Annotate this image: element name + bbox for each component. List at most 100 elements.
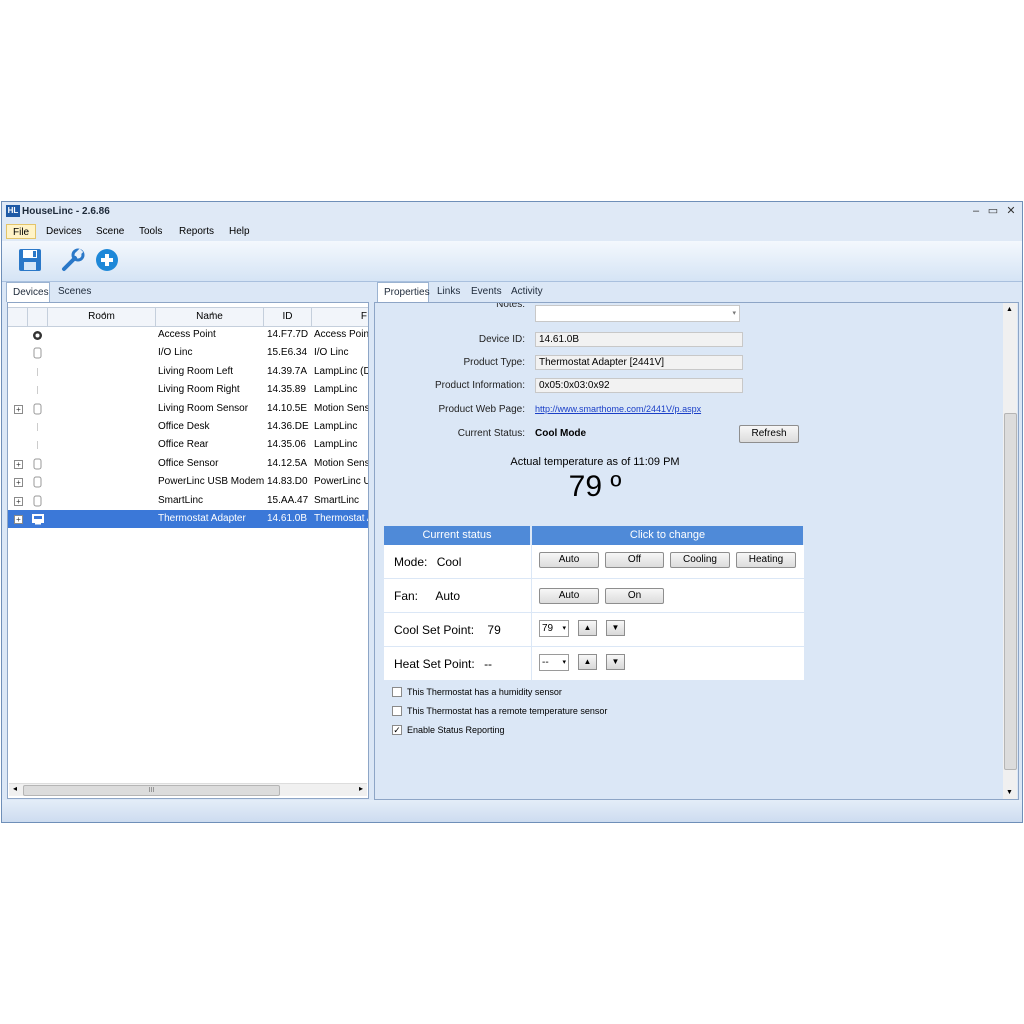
table-row[interactable]: Office Desk 14.36.DE LampLinc xyxy=(8,418,368,436)
table-row[interactable]: Access Point 14.F7.7D Access Point xyxy=(8,326,368,344)
lamp-icon xyxy=(32,384,43,396)
cell-id: 14.35.89 xyxy=(267,384,306,396)
header-expand[interactable] xyxy=(8,308,28,326)
cell-id: 14.35.06 xyxy=(267,439,306,451)
menu-tools[interactable]: Tools xyxy=(133,224,168,239)
product-type-field: Thermostat Adapter [2441V] xyxy=(535,355,743,370)
table-row[interactable]: + SmartLinc 15.AA.47 SmartLinc xyxy=(8,492,368,510)
tab-scenes[interactable]: Scenes xyxy=(52,282,96,302)
cell-id: 14.12.5A xyxy=(267,457,308,469)
mode-cooling-button[interactable]: Cooling xyxy=(670,552,730,568)
heat-setpoint-select[interactable]: -- ▾ xyxy=(539,654,569,671)
header-room[interactable]: ▲ Room xyxy=(48,308,156,326)
horizontal-scrollbar[interactable]: ◂ III ▸ xyxy=(9,783,367,796)
app-window: HL HouseLinc - 2.6.86 – ▭ ✕ File Devices… xyxy=(1,201,1023,823)
table-row[interactable]: + Office Sensor 14.12.5A Motion Senso xyxy=(8,455,368,473)
scroll-down-icon[interactable]: ▼ xyxy=(1006,789,1013,796)
toolbar xyxy=(2,241,1022,282)
window-title: HouseLinc - 2.6.86 xyxy=(22,206,110,217)
add-icon[interactable] xyxy=(94,247,120,273)
fan-on-button[interactable]: On xyxy=(605,588,664,604)
scroll-up-icon[interactable]: ▲ xyxy=(1006,306,1013,313)
table-row[interactable]: Living Room Right 14.35.89 LampLinc xyxy=(8,381,368,399)
cell-name: Office Desk xyxy=(158,421,210,432)
menu-file[interactable]: File xyxy=(6,224,37,239)
menu-devices[interactable]: Devices xyxy=(40,224,88,239)
tab-devices[interactable]: Devices xyxy=(6,282,50,302)
expand-icon[interactable]: + xyxy=(14,404,23,414)
heat-down-button[interactable]: ▼ xyxy=(606,654,625,670)
cell-id: 15.E6.34 xyxy=(267,347,308,359)
header-name[interactable]: ▲ Name xyxy=(156,308,264,326)
row-divider xyxy=(531,647,532,680)
wrench-icon[interactable] xyxy=(60,247,86,273)
expand-icon[interactable]: + xyxy=(14,515,23,524)
refresh-button[interactable]: Refresh xyxy=(739,425,799,443)
cell-type: SmartLinc xyxy=(314,494,360,506)
cell-type: LampLinc xyxy=(314,421,358,432)
io-linc-icon xyxy=(32,347,43,359)
title-bar: HL HouseLinc - 2.6.86 – ▭ ✕ xyxy=(2,202,1022,222)
header-id[interactable]: ID xyxy=(264,308,312,326)
product-web-link[interactable]: http://www.smarthome.com/2441V/p.aspx xyxy=(535,404,701,414)
expand-icon[interactable]: + xyxy=(14,459,23,469)
minimize-button[interactable]: – xyxy=(968,204,984,218)
chevron-down-icon: ▾ xyxy=(562,625,566,632)
table-row[interactable]: + Thermostat Adapter 14.61.0B Thermostat A xyxy=(8,510,368,528)
scroll-right-icon[interactable]: ▸ xyxy=(359,784,363,793)
cell-room xyxy=(52,326,156,344)
humidity-sensor-checkbox[interactable] xyxy=(392,687,402,697)
product-type-label: Product Type: xyxy=(463,357,525,368)
table-row[interactable]: Living Room Left 14.39.7A LampLinc (Du xyxy=(8,363,368,381)
menu-reports[interactable]: Reports xyxy=(173,224,220,239)
menu-help[interactable]: Help xyxy=(223,224,256,239)
scroll-thumb[interactable]: III xyxy=(23,785,280,796)
vertical-scrollbar[interactable]: ▲ ▼ xyxy=(1003,303,1017,799)
header-type[interactable]: F xyxy=(312,308,368,326)
close-button[interactable]: ✕ xyxy=(1003,204,1019,218)
expand-icon[interactable]: + xyxy=(14,496,23,506)
cell-name: SmartLinc xyxy=(158,494,204,506)
table-row[interactable]: + PowerLinc USB Modem (...14.83.D0 PowerLi… xyxy=(8,473,368,491)
tab-activity[interactable]: Activity xyxy=(505,282,551,302)
menu-scene[interactable]: Scene xyxy=(90,224,130,239)
cell-room xyxy=(52,436,156,454)
table-row[interactable]: + Living Room Sensor 14.10.5E Motion Senso xyxy=(8,400,368,418)
header-icon[interactable] xyxy=(28,308,48,326)
mode-auto-button[interactable]: Auto xyxy=(539,552,599,568)
table-row[interactable]: I/O Linc 15.E6.34 I/O Linc xyxy=(8,344,368,362)
cell-room xyxy=(52,344,156,362)
cell-type: Access Point xyxy=(314,329,369,340)
status-reporting-checkbox[interactable]: ✓ xyxy=(392,725,402,735)
heat-select-value: -- xyxy=(542,657,549,668)
cell-room xyxy=(52,473,156,491)
lamp-icon xyxy=(32,421,43,433)
cool-up-button[interactable]: ▲ xyxy=(578,620,597,636)
fan-auto-button[interactable]: Auto xyxy=(539,588,599,604)
cell-name: Office Rear xyxy=(158,439,209,451)
cool-select-value: 79 xyxy=(542,623,554,634)
properties-panel: Notes: ▾ Device ID: 14.61.0B Product Typ… xyxy=(374,302,1019,800)
cell-type: Motion Senso xyxy=(314,402,368,414)
tab-events[interactable]: Events xyxy=(465,282,505,302)
tab-links[interactable]: Links xyxy=(431,282,465,302)
remote-sensor-checkbox[interactable] xyxy=(392,706,402,716)
mode-off-button[interactable]: Off xyxy=(605,552,664,568)
heat-up-button[interactable]: ▲ xyxy=(578,654,597,670)
scroll-left-icon[interactable]: ◂ xyxy=(13,784,17,793)
maximize-button[interactable]: ▭ xyxy=(985,204,1001,218)
cell-room xyxy=(52,418,156,436)
cool-down-button[interactable]: ▼ xyxy=(606,620,625,636)
expand-icon[interactable]: + xyxy=(14,478,23,488)
tab-properties[interactable]: Properties xyxy=(377,282,430,302)
cell-id: 14.36.DE xyxy=(267,421,309,432)
cool-setpoint-select[interactable]: 79 ▾ xyxy=(539,620,569,637)
table-row[interactable]: Office Rear 14.35.06 LampLinc xyxy=(8,436,368,454)
mode-heating-button[interactable]: Heating xyxy=(736,552,796,568)
notes-field[interactable]: ▾ xyxy=(535,305,740,322)
cell-type: Thermostat A xyxy=(314,513,369,524)
vertical-scroll-thumb[interactable] xyxy=(1004,413,1017,770)
heat-setpoint-label: Heat Set Point: -- xyxy=(394,657,492,671)
actual-temp-value: 79 º xyxy=(568,470,622,503)
save-icon[interactable] xyxy=(17,247,43,273)
